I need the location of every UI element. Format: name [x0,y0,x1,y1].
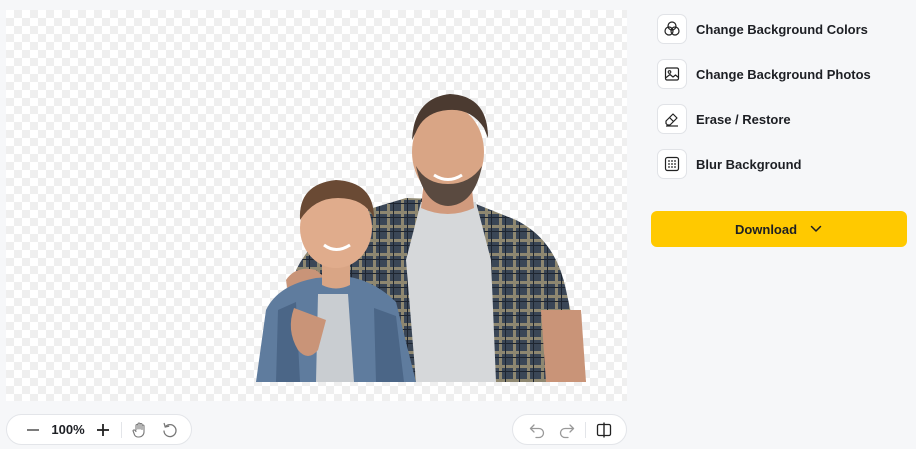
tool-label: Change Background Photos [696,66,871,82]
tool-icon-box [657,104,687,134]
tool-erase-restore[interactable]: Erase / Restore [657,103,791,135]
tool-icon-box [657,149,687,179]
redo-button[interactable] [555,418,579,442]
tool-icon-box [657,59,687,89]
tool-label: Blur Background [696,156,802,172]
minus-icon [27,428,39,431]
hand-icon [132,421,145,438]
rotate-reset-icon [163,422,177,437]
image-canvas[interactable] [6,10,627,401]
subject-cutout-image [256,94,586,382]
reset-button[interactable] [158,418,182,442]
tool-icon-box [657,14,687,44]
undo-button[interactable] [525,418,549,442]
palette-circles-icon [664,21,680,36]
blur-grid-icon [664,156,680,172]
tool-label: Erase / Restore [696,111,791,127]
tool-label: Change Background Colors [696,21,868,37]
tool-blur-background[interactable]: Blur Background [657,148,801,180]
redo-icon [559,423,575,438]
pan-tool-button[interactable] [128,418,152,442]
zoom-level-value: 100% [51,422,85,437]
toolbar-divider [121,421,122,438]
compare-split-icon [596,422,612,437]
eraser-icon [665,113,678,127]
plus-icon [97,423,109,436]
download-button[interactable]: Download [651,211,907,247]
tool-change-background-colors[interactable]: Change Background Colors [657,13,868,45]
image-icon [664,67,680,81]
toolbar-divider [585,421,586,438]
tool-change-background-photos[interactable]: Change Background Photos [657,58,871,90]
zoom-out-button[interactable] [21,418,45,442]
download-label: Download [734,221,798,237]
zoom-in-button[interactable] [91,418,115,442]
history-toolbar [512,414,627,445]
undo-icon [529,423,545,438]
zoom-toolbar: 100% [6,414,192,445]
chevron-down-icon [809,222,823,236]
compare-button[interactable] [592,418,616,442]
